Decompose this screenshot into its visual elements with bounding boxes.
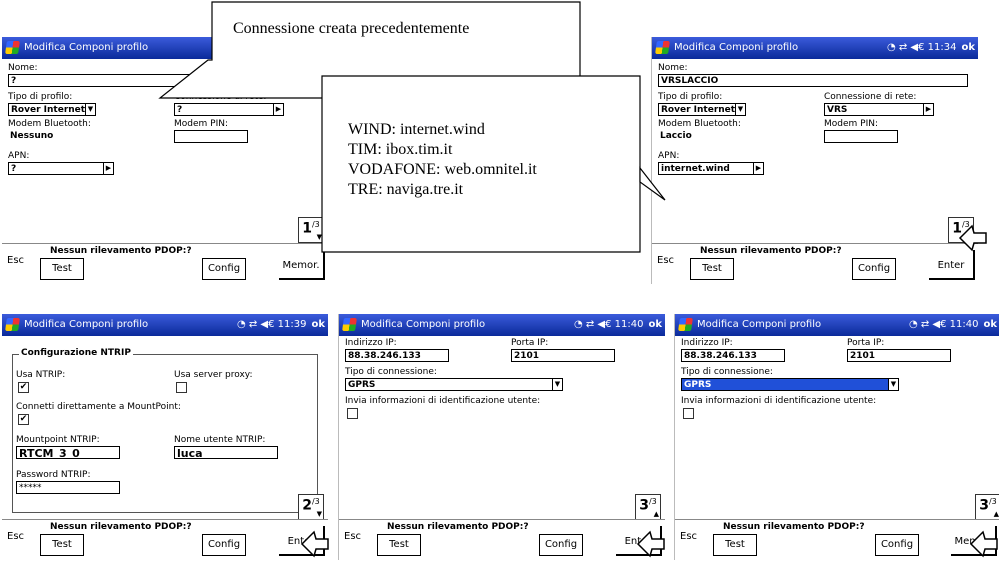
apn-line-tre: TRE: naviga.tre.it (348, 181, 464, 198)
apn-line-vodafone: VODAFONE: web.omnitel.it (348, 161, 537, 178)
callout-top-text: Connessione creata precedentemente (233, 20, 470, 37)
pointer-hand-icon (969, 530, 998, 558)
pointer-hand-icon (958, 224, 987, 252)
apn-line-tim: TIM: ibox.tim.it (348, 141, 453, 158)
apn-line-wind: WIND: internet.wind (348, 121, 485, 138)
pointer-hand-icon (636, 530, 665, 558)
pointer-hand-icon (300, 530, 329, 558)
callout-apn-list: WIND: internet.wind TIM: ibox.tim.it VOD… (348, 120, 537, 200)
callout-top-bubble (158, 1, 666, 253)
